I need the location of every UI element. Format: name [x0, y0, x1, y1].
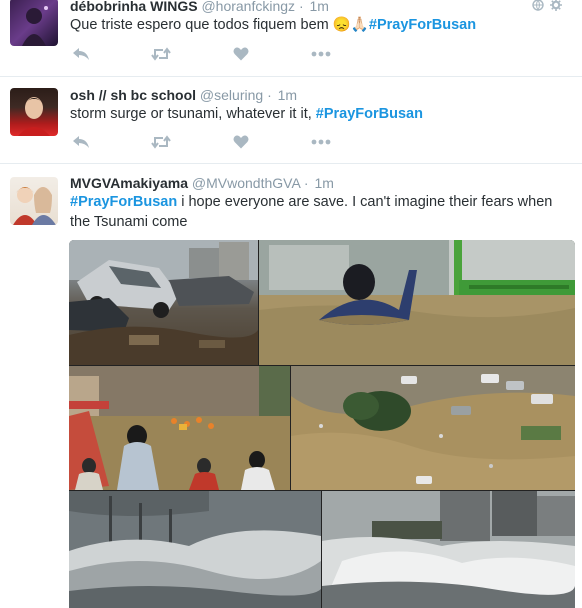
- timestamp[interactable]: 1m: [314, 175, 333, 191]
- separator-dot: ·: [298, 0, 304, 14]
- display-name[interactable]: MVGVAmakiyama: [70, 175, 188, 191]
- retweet-icon[interactable]: [150, 133, 172, 151]
- tweet[interactable]: débobrinha WINGS @horanfckingz · 1m Que …: [0, 0, 582, 77]
- timestamp[interactable]: 1m: [310, 0, 329, 14]
- tweet-body: storm surge or tsunami, whatever it it,: [70, 106, 316, 122]
- tweet-text: storm surge or tsunami, whatever it it, …: [70, 104, 572, 124]
- photo-flooded-cars[interactable]: [69, 240, 258, 365]
- photo-rescue-street[interactable]: [69, 366, 290, 490]
- timestamp[interactable]: 1m: [278, 87, 297, 103]
- photo-man-in-flood[interactable]: [259, 240, 575, 365]
- reply-icon[interactable]: [70, 133, 92, 151]
- hashtag-link[interactable]: #PrayForBusan: [369, 17, 476, 33]
- like-icon[interactable]: [230, 133, 252, 151]
- tweet-actions: [70, 45, 370, 63]
- hashtag-link[interactable]: #PrayForBusan: [70, 194, 177, 210]
- like-icon[interactable]: [230, 45, 252, 63]
- avatar[interactable]: [10, 88, 58, 136]
- tweet-actions: [70, 133, 370, 151]
- tweet-header: osh // sh bc school @seluring · 1m: [70, 86, 297, 104]
- display-name[interactable]: débobrinha WINGS: [70, 0, 198, 14]
- photo-storm-waves-coast[interactable]: [322, 491, 575, 608]
- more-icon[interactable]: [310, 45, 332, 63]
- separator-dot: ·: [303, 175, 309, 191]
- username[interactable]: @MVwondthGVA: [192, 175, 300, 191]
- tweet-text: Que triste espero que todos fiquem bem 😞…: [70, 15, 572, 35]
- tweet[interactable]: osh // sh bc school @seluring · 1m storm…: [0, 78, 582, 164]
- username[interactable]: @seluring: [200, 87, 263, 103]
- retweet-icon[interactable]: [150, 45, 172, 63]
- separator-dot: ·: [267, 87, 272, 103]
- tweet-text: #PrayForBusan i hope everyone are save. …: [70, 192, 572, 232]
- hashtag-link[interactable]: #PrayForBusan: [316, 106, 423, 122]
- tweet-top-icons: [532, 0, 562, 14]
- gear-icon[interactable]: [550, 0, 562, 14]
- photo-storm-waves[interactable]: [69, 491, 321, 608]
- display-name[interactable]: osh // sh bc school: [70, 87, 196, 103]
- avatar[interactable]: [10, 177, 58, 225]
- globe-icon[interactable]: [532, 0, 544, 14]
- reply-icon[interactable]: [70, 45, 92, 63]
- username[interactable]: @horanfckingz: [201, 0, 295, 14]
- tweet[interactable]: MVGVAmakiyama @MVwondthGVA · 1m #PrayFor…: [0, 165, 582, 608]
- tweet-header: débobrinha WINGS @horanfckingz · 1m: [70, 0, 329, 15]
- photo-grid[interactable]: [69, 240, 575, 608]
- avatar[interactable]: [10, 0, 58, 46]
- more-icon[interactable]: [310, 133, 332, 151]
- tweet-header: MVGVAmakiyama @MVwondthGVA · 1m: [70, 174, 334, 192]
- tweet-body: Que triste espero que todos fiquem bem 😞…: [70, 17, 369, 33]
- photo-aerial-flood[interactable]: [291, 366, 575, 490]
